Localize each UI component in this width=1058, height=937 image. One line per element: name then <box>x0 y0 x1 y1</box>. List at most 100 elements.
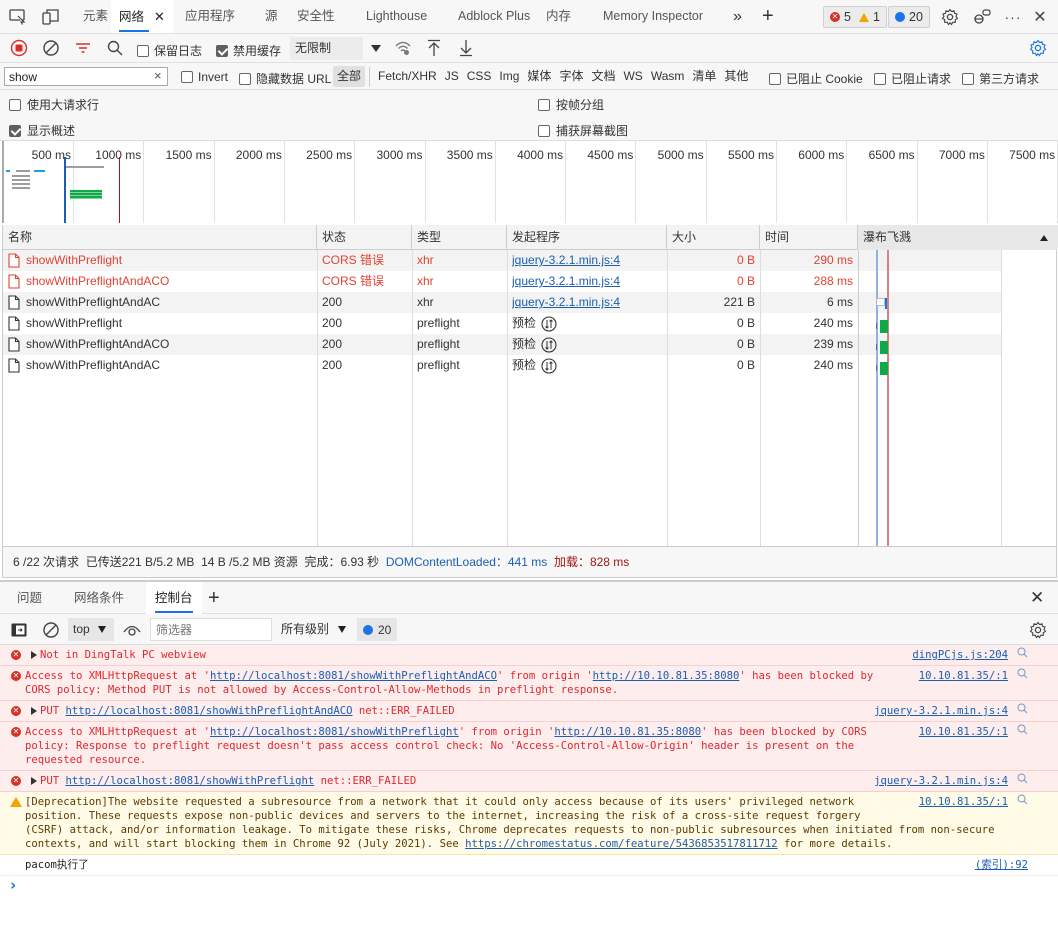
expand-triangle-icon[interactable] <box>31 651 37 659</box>
table-row[interactable]: showWithPreflight CORS 错误 xhr jquery-3.2.1.… <box>3 250 858 271</box>
console-source-link[interactable]: 10.10.81.35/:1 <box>919 725 1008 739</box>
hide-data-urls-box[interactable] <box>239 72 251 85</box>
large-rows-checkbox[interactable]: 使用大请求行 <box>9 96 99 113</box>
blocked-requests-checkbox[interactable]: 已阻止请求 <box>874 70 951 87</box>
invert-box[interactable] <box>181 71 193 83</box>
import-har-icon[interactable] <box>424 38 444 58</box>
console-settings-gear-icon[interactable] <box>1028 620 1048 640</box>
third-party-box[interactable] <box>962 72 974 85</box>
record-button[interactable] <box>9 38 29 58</box>
type-filter-1[interactable]: Fetch/XHR <box>369 66 441 87</box>
network-overview-timeline[interactable]: 500 ms 1000 ms 1500 ms 2000 ms 2500 ms 3000 m… <box>2 141 1058 223</box>
console-source-link[interactable]: dingPCjs.js:204 <box>912 648 1008 662</box>
tab-0[interactable]: 元素 <box>83 0 108 33</box>
capture-screenshots-box[interactable] <box>538 124 550 137</box>
settings-gear-icon[interactable] <box>940 7 960 27</box>
column-header-size[interactable]: 大小 <box>667 225 760 250</box>
blocked-requests-box[interactable] <box>874 72 886 85</box>
tab-7[interactable]: 内存 <box>546 0 571 33</box>
tab-1[interactable]: 网络 ✕ <box>111 0 173 33</box>
table-row[interactable]: showWithPreflightAndAC 200 xhr jquery-3.2.1… <box>3 292 858 313</box>
type-filter-0[interactable]: 全部 <box>333 66 366 87</box>
tab-3[interactable]: 源 <box>265 0 278 33</box>
table-row[interactable]: showWithPreflightAndACO 200 preflight 预检 0 B… <box>3 334 858 355</box>
type-filter-8[interactable]: WS <box>619 66 646 87</box>
capture-screenshots-checkbox[interactable]: 捕获屏幕截图 <box>538 122 628 139</box>
console-message-text[interactable]: PUT http://localhost:8081/showWithPrefli… <box>31 774 416 788</box>
tab-4[interactable]: 安全性 <box>297 0 335 33</box>
type-filter-3[interactable]: CSS <box>463 66 496 87</box>
type-filter-9[interactable]: Wasm <box>647 66 689 87</box>
network-conditions-icon[interactable] <box>393 38 413 58</box>
type-filter-6[interactable]: 字体 <box>555 66 587 87</box>
request-name[interactable]: showWithPreflight <box>26 250 314 271</box>
toggle-sidebar-icon[interactable] <box>9 620 29 640</box>
search-source-icon[interactable] <box>1017 724 1028 739</box>
feedback-icon[interactable] <box>972 7 992 27</box>
preserve-log-checkbox[interactable]: 保留日志 <box>137 42 202 59</box>
messages-counter-button[interactable]: 20 <box>888 6 930 28</box>
search-source-icon[interactable] <box>1017 773 1028 788</box>
table-row[interactable]: showWithPreflightAndAC 200 preflight 预检 0 B 2… <box>3 355 858 376</box>
request-name[interactable]: showWithPreflightAndAC <box>26 355 314 376</box>
drawer-add-tab-button[interactable]: + <box>208 582 220 614</box>
column-header-waterfall[interactable]: 瀑布飞溅 <box>858 225 1058 250</box>
add-tab-button[interactable]: + <box>762 0 774 33</box>
expand-triangle-icon[interactable] <box>31 707 37 715</box>
hide-data-urls-checkbox[interactable]: 隐藏数据 URL <box>239 70 331 87</box>
initiator-link[interactable]: jquery-3.2.1.min.js:4 <box>512 271 620 292</box>
column-header-initiator[interactable]: 发起程序 <box>507 225 667 250</box>
drawer-tab-issues[interactable]: 问题 <box>17 582 42 614</box>
more-tabs-button[interactable]: » <box>733 0 742 33</box>
console-source-link[interactable]: 10.10.81.35/:1 <box>919 669 1008 683</box>
drawer-tab-network-conditions[interactable]: 网络条件 <box>74 582 124 614</box>
context-select[interactable]: top <box>68 618 114 641</box>
search-source-icon[interactable] <box>1017 703 1028 718</box>
blocked-cookies-box[interactable] <box>769 72 781 85</box>
preflight-arrows-icon[interactable] <box>541 316 557 332</box>
third-party-checkbox[interactable]: 第三方请求 <box>962 70 1039 87</box>
request-name[interactable]: showWithPreflightAndACO <box>26 271 314 292</box>
tab-8[interactable]: Memory Inspector <box>603 0 703 33</box>
drawer-tab-console[interactable]: 控制台 <box>146 582 202 614</box>
search-source-icon[interactable] <box>1017 668 1028 683</box>
search-icon[interactable] <box>105 38 125 58</box>
export-har-icon[interactable] <box>456 38 476 58</box>
tab-2[interactable]: 应用程序 <box>185 0 235 33</box>
close-devtools-button[interactable]: ✕ <box>1030 7 1050 27</box>
show-overview-checkbox[interactable]: 显示概述 <box>9 122 75 139</box>
show-overview-box[interactable] <box>9 124 21 137</box>
tab-6[interactable]: Adblock Plus <box>458 0 530 33</box>
console-prompt[interactable]: › <box>10 878 16 893</box>
issues-counter-button[interactable]: ✕ 5 1 <box>823 6 887 28</box>
type-filter-10[interactable]: 清单 <box>688 66 720 87</box>
filter-input[interactable] <box>4 67 168 86</box>
console-message-text[interactable]: Not in DingTalk PC webview <box>31 648 206 662</box>
column-header-time[interactable]: 时间 <box>760 225 858 250</box>
tab-5[interactable]: Lighthouse <box>366 0 427 33</box>
throttling-dropdown-arrow-icon[interactable] <box>371 45 381 52</box>
column-header-name[interactable]: 名称 <box>3 225 317 250</box>
console-source-link[interactable]: jquery-3.2.1.min.js:4 <box>874 704 1008 718</box>
type-filter-5[interactable]: 媒体 <box>523 66 555 87</box>
console-source-link[interactable]: jquery-3.2.1.min.js:4 <box>874 774 1008 788</box>
column-header-status[interactable]: 状态 <box>317 225 412 250</box>
request-name[interactable]: showWithPreflight <box>26 313 314 334</box>
close-drawer-button[interactable]: ✕ <box>1030 588 1044 608</box>
request-name[interactable]: showWithPreflightAndACO <box>26 334 314 355</box>
invert-checkbox[interactable]: Invert <box>181 70 228 84</box>
type-filter-11[interactable]: 其他 <box>720 66 752 87</box>
request-name[interactable]: showWithPreflightAndAC <box>26 292 314 313</box>
type-filter-2[interactable]: JS <box>441 66 463 87</box>
type-filter-7[interactable]: 文档 <box>587 66 619 87</box>
initiator-link[interactable]: jquery-3.2.1.min.js:4 <box>512 292 620 313</box>
table-row[interactable]: showWithPreflightAndACO CORS 错误 xhr jquery-… <box>3 271 858 292</box>
device-toolbar-icon[interactable] <box>41 7 61 27</box>
blocked-cookies-checkbox[interactable]: 已阻止 Cookie <box>769 70 863 87</box>
network-settings-gear-icon[interactable] <box>1028 38 1048 58</box>
console-filter-input[interactable] <box>150 618 272 641</box>
preflight-arrows-icon[interactable] <box>541 358 557 374</box>
console-messages-counter[interactable]: 20 <box>357 618 398 641</box>
console-source-link[interactable]: (索引):92 <box>975 858 1028 872</box>
clear-icon[interactable] <box>41 38 61 58</box>
